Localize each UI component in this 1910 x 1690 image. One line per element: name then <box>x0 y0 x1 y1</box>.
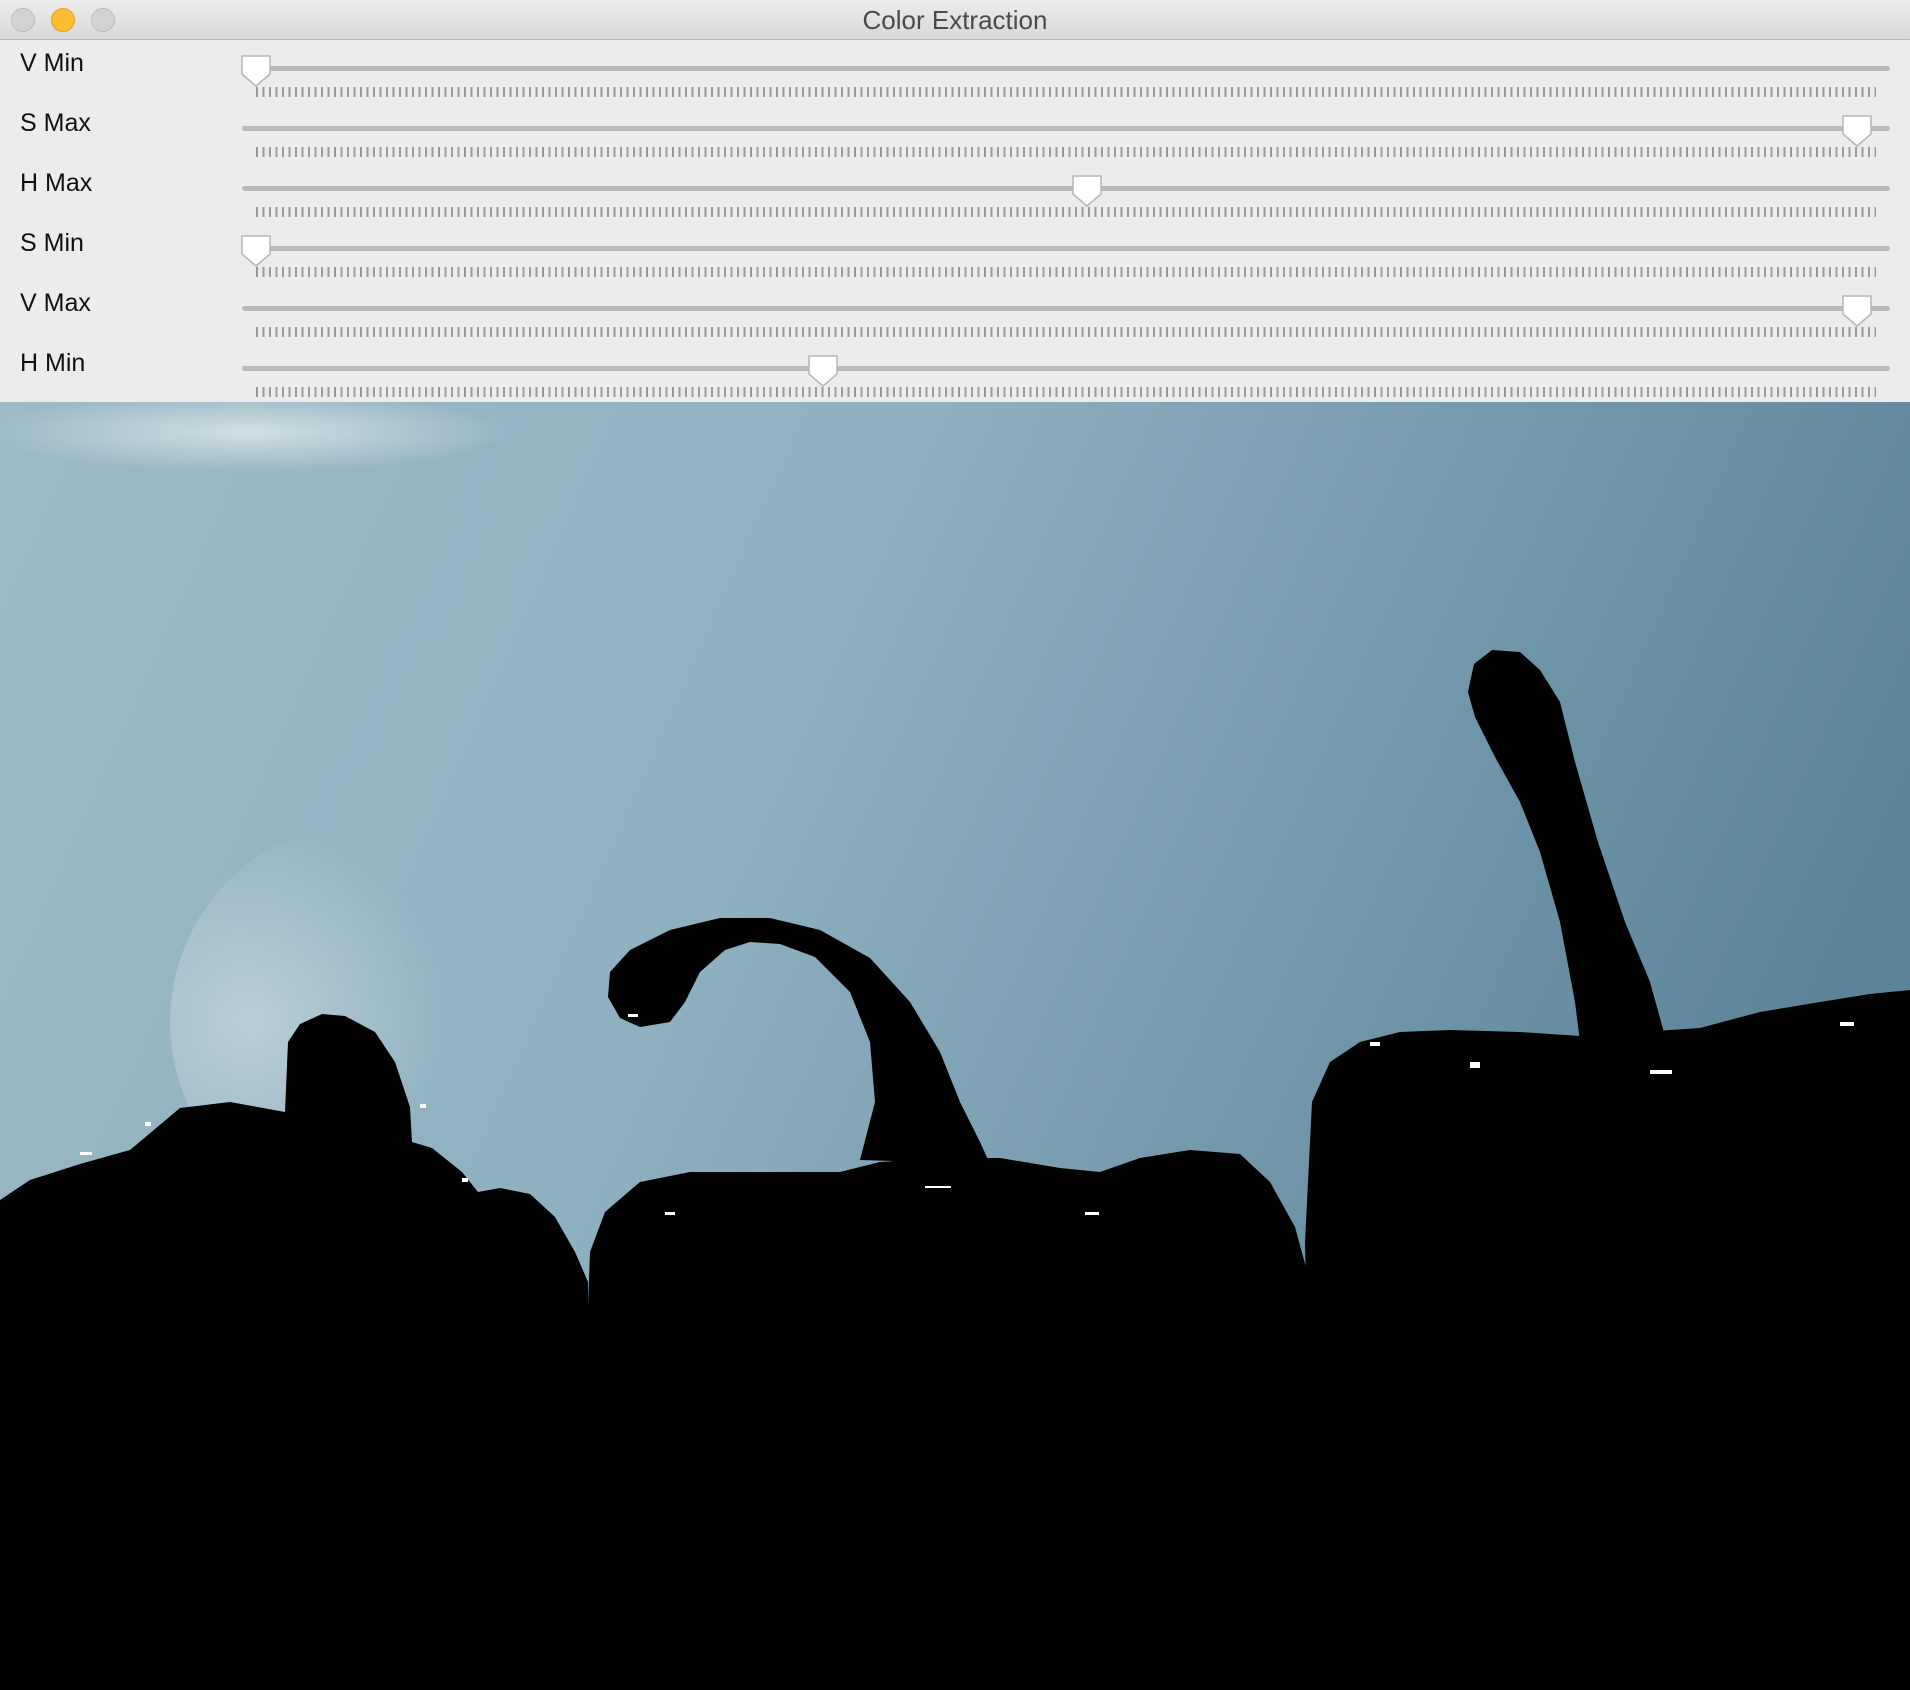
slider-track[interactable] <box>242 306 1890 311</box>
slider-ticks <box>256 207 1876 217</box>
slider-track[interactable] <box>242 366 1890 371</box>
slider-thumb[interactable] <box>807 354 839 388</box>
slider-ticks <box>256 267 1876 277</box>
slider-label: V Max <box>20 289 91 317</box>
slider-track[interactable] <box>242 246 1890 251</box>
slider-thumb[interactable] <box>1071 174 1103 208</box>
slider-thumb[interactable] <box>240 234 272 268</box>
right-pepper-silhouette <box>1305 990 1910 1690</box>
slider-label: V Min <box>20 49 84 77</box>
slider-track[interactable] <box>242 66 1890 71</box>
slider-thumb[interactable] <box>240 54 272 88</box>
slider-ticks <box>256 327 1876 337</box>
slider-row-v-min: V Min <box>0 40 1910 100</box>
slider-row-s-max: S Max <box>0 100 1910 160</box>
slider-row-v-max: V Max <box>0 280 1910 340</box>
window-title: Color Extraction <box>862 5 1048 35</box>
masked-peppers-image <box>0 402 1910 1690</box>
slider-label: H Max <box>20 169 93 197</box>
slider-ticks <box>256 147 1876 157</box>
slider-label: S Min <box>20 229 84 257</box>
middle-pepper-silhouette <box>580 1150 1325 1690</box>
slider-row-h-min: H Min <box>0 340 1910 400</box>
slider-thumb[interactable] <box>1841 294 1873 328</box>
slider-track[interactable] <box>242 126 1890 131</box>
extraction-result-image <box>0 402 1910 1690</box>
slider-row-h-max: H Max <box>0 160 1910 220</box>
slider-panel: V Min S Max H Max S Min V Max H Min <box>0 40 1910 402</box>
slider-thumb[interactable] <box>1841 114 1873 148</box>
title-bar: Color Extraction <box>0 0 1910 40</box>
slider-ticks <box>256 387 1876 397</box>
slider-ticks <box>256 87 1876 97</box>
slider-label: H Min <box>20 349 86 377</box>
slider-track[interactable] <box>242 186 1890 191</box>
slider-label: S Max <box>20 109 91 137</box>
window: Color Extraction V Min S Max H Max S Min <box>0 0 1910 1690</box>
slider-row-s-min: S Min <box>0 220 1910 280</box>
